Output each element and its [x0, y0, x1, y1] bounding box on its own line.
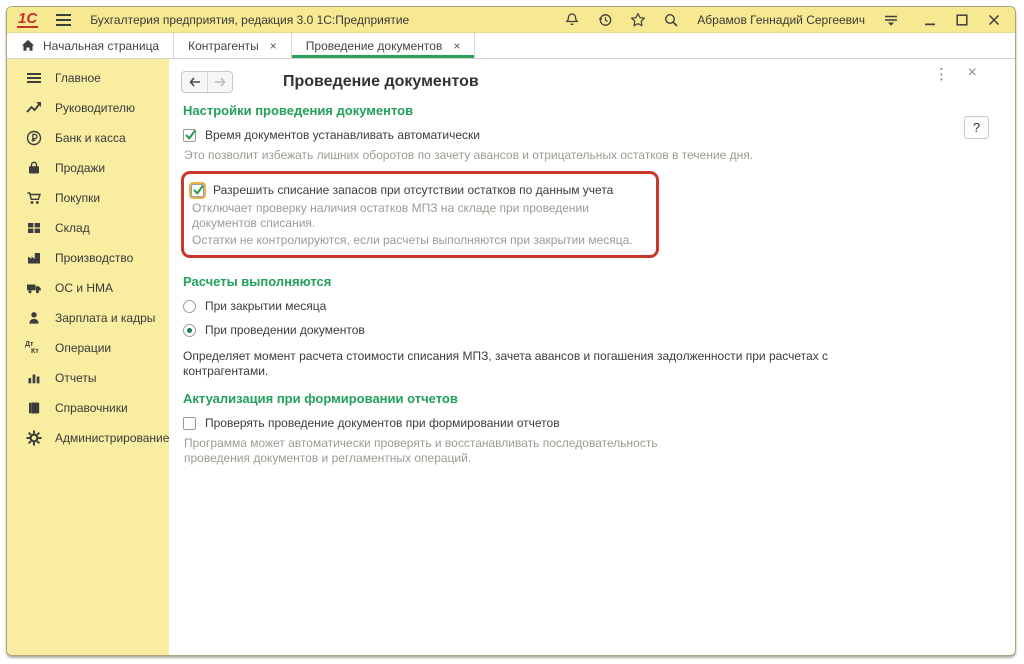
shopping-cart-icon	[25, 190, 42, 206]
sidebar-item-label: Покупки	[55, 191, 100, 205]
1c-logo: 1С	[17, 12, 38, 28]
sidebar-item-rukovoditelyu[interactable]: Руководителю	[7, 93, 169, 123]
sections-sidebar: Главное Руководителю Банк и касса Продаж…	[7, 59, 169, 656]
sidebar-item-label: Главное	[55, 71, 101, 85]
sidebar-item-label: Справочники	[55, 401, 128, 415]
sidebar-item-label: Отчеты	[55, 371, 96, 385]
title-bar: 1С Бухгалтерия предприятия, редакция 3.0…	[7, 7, 1015, 33]
sidebar-item-administrirovanie[interactable]: Администрирование	[7, 423, 169, 453]
sidebar-item-sklad[interactable]: Склад	[7, 213, 169, 243]
book-icon	[25, 400, 42, 416]
maximize-button[interactable]	[953, 11, 971, 29]
sidebar-item-otchety[interactable]: Отчеты	[7, 363, 169, 393]
checkbox-label: Время документов устанавливать автоматич…	[205, 128, 480, 142]
tab-close-icon[interactable]: ×	[270, 39, 277, 53]
sidebar-item-label: Банк и касса	[55, 131, 126, 145]
home-icon	[21, 39, 35, 52]
section-heading-calculations: Расчеты выполняются	[183, 274, 1015, 289]
debit-glyph: Дт	[25, 341, 33, 348]
factory-icon	[25, 250, 42, 266]
page-title: Проведение документов	[283, 73, 479, 91]
gear-icon	[25, 430, 42, 446]
tab-kontragenty[interactable]: Контрагенты ×	[174, 33, 292, 58]
sidebar-item-label: Операции	[55, 341, 111, 355]
favorites-star-icon[interactable]	[629, 11, 647, 29]
main-menu-icon[interactable]	[54, 11, 72, 29]
tab-home[interactable]: Начальная страница	[7, 33, 174, 58]
section-heading-actualization: Актуализация при формировании отчетов	[183, 391, 1015, 406]
radio-label: При проведении документов	[205, 323, 365, 337]
hint-auto-time: Это позволит избежать лишних оборотов по…	[184, 148, 1015, 163]
hint-allow-writeoff-line2: Остатки не контролируются, если расчеты …	[192, 233, 650, 248]
checkbox-label: Проверять проведение документов при форм…	[205, 416, 560, 430]
sidebar-item-spravochniki[interactable]: Справочники	[7, 393, 169, 423]
close-panel-icon[interactable]: ×	[968, 65, 977, 81]
bar-chart-icon	[25, 370, 42, 386]
checkbox-auto-time[interactable]: Время документов устанавливать автоматич…	[183, 126, 1015, 144]
tab-provedenie-dokumentov[interactable]: Проведение документов ×	[292, 33, 476, 58]
person-icon	[25, 310, 42, 326]
sidebar-item-pokupki[interactable]: Покупки	[7, 183, 169, 213]
current-user-name[interactable]: Абрамов Геннадий Сергеевич	[697, 13, 865, 27]
sidebar-item-proizvodstvo[interactable]: Производство	[7, 243, 169, 273]
sidebar-item-bank-i-kassa[interactable]: Банк и касса	[7, 123, 169, 153]
checkbox-label: Разрешить списание запасов при отсутстви…	[213, 183, 613, 197]
radio-unselected-icon[interactable]	[183, 300, 196, 313]
history-icon[interactable]	[596, 11, 614, 29]
close-window-button[interactable]	[985, 11, 1003, 29]
checkbox-checked-icon[interactable]	[191, 184, 204, 197]
tab-close-icon[interactable]: ×	[453, 39, 460, 53]
calc-section-description: Определяет момент расчета стоимости спис…	[183, 349, 888, 379]
sidebar-item-label: Продажи	[55, 161, 105, 175]
debit-credit-icon: Дт Кт	[25, 340, 42, 356]
checkbox-verify-posting[interactable]: Проверять проведение документов при форм…	[183, 414, 1015, 432]
sidebar-item-label: ОС и НМА	[55, 281, 113, 295]
sidebar-item-os-i-nma[interactable]: ОС и НМА	[7, 273, 169, 303]
ruble-circle-icon	[25, 130, 42, 146]
more-menu-icon[interactable]: ⋮	[934, 67, 949, 82]
app-window: 1С Бухгалтерия предприятия, редакция 3.0…	[6, 6, 1016, 656]
search-icon[interactable]	[662, 11, 680, 29]
hint-verify-posting: Программа может автоматически проверять …	[184, 436, 719, 466]
tab-bar: Начальная страница Контрагенты × Проведе…	[7, 33, 1015, 59]
forward-button[interactable]	[207, 72, 232, 92]
trend-chart-icon	[25, 100, 42, 116]
sidebar-item-label: Зарплата и кадры	[55, 311, 155, 325]
truck-icon	[25, 280, 42, 296]
warehouse-grid-icon	[25, 220, 42, 236]
shopping-bag-icon	[25, 160, 42, 176]
credit-glyph: Кт	[31, 348, 39, 355]
main-menu-icon	[25, 70, 42, 86]
tab-home-label: Начальная страница	[43, 39, 159, 53]
checkbox-checked-icon[interactable]	[183, 129, 196, 142]
sidebar-item-label: Администрирование	[55, 431, 169, 445]
radio-label: При закрытии месяца	[205, 299, 326, 313]
sidebar-item-label: Склад	[55, 221, 90, 235]
tab-provedenie-label: Проведение документов	[306, 39, 443, 53]
sidebar-item-prodazhi[interactable]: Продажи	[7, 153, 169, 183]
checkbox-allow-writeoff[interactable]: Разрешить списание запасов при отсутстви…	[191, 181, 650, 199]
tab-kontragenty-label: Контрагенты	[188, 39, 259, 53]
sidebar-item-operacii[interactable]: Дт Кт Операции	[7, 333, 169, 363]
help-button[interactable]: ?	[964, 116, 989, 139]
radio-selected-icon[interactable]	[183, 324, 196, 337]
back-button[interactable]	[182, 72, 207, 92]
notifications-bell-icon[interactable]	[563, 11, 581, 29]
history-nav-buttons	[181, 71, 233, 93]
sidebar-item-zarplata-i-kadry[interactable]: Зарплата и кадры	[7, 303, 169, 333]
radio-on-posting[interactable]: При проведении документов	[183, 321, 1015, 339]
minimize-button[interactable]	[921, 11, 939, 29]
sidebar-item-label: Производство	[55, 251, 133, 265]
hint-allow-writeoff-line1: Отключает проверку наличия остатков МПЗ …	[192, 201, 650, 231]
checkbox-unchecked-icon[interactable]	[183, 417, 196, 430]
radio-month-close[interactable]: При закрытии месяца	[183, 297, 1015, 315]
highlight-annotation-box: Разрешить списание запасов при отсутстви…	[181, 171, 659, 258]
section-heading-settings: Настройки проведения документов	[183, 103, 1015, 118]
sidebar-item-glavnoe[interactable]: Главное	[7, 63, 169, 93]
window-title: Бухгалтерия предприятия, редакция 3.0 1С…	[90, 13, 409, 27]
sidebar-item-label: Руководителю	[55, 101, 135, 115]
service-menu-icon[interactable]	[882, 11, 900, 29]
posting-settings-panel: Проведение документов ⋮ × ? Настройки пр…	[169, 59, 1015, 656]
